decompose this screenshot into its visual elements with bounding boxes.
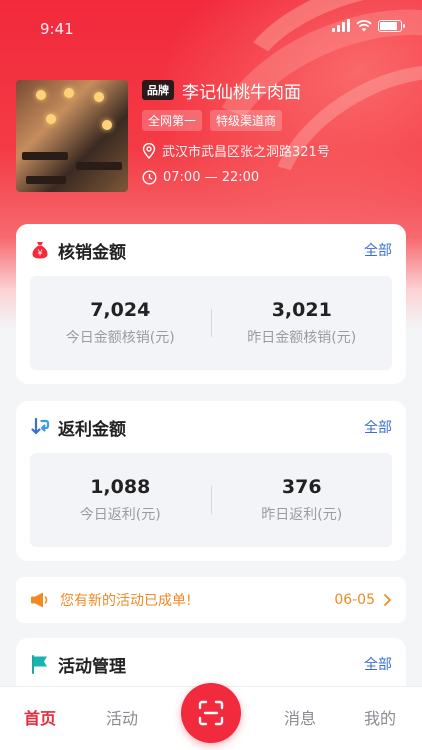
money-bag-icon: ¥ <box>32 242 48 259</box>
activity-title: 活动管理 <box>58 656 126 677</box>
tab-home[interactable]: 首页 <box>10 705 70 729</box>
stat-value: 7,024 <box>90 299 151 321</box>
scan-icon <box>198 700 224 726</box>
redeem-amount-card: ¥ 核销金额 全部 7,024 今日金额核销(元) 3,021 昨日金额核销(元… <box>16 224 406 384</box>
scan-button[interactable] <box>181 683 241 743</box>
stat-label: 昨日金额核销(元) <box>247 330 357 346</box>
svg-text:¥: ¥ <box>37 249 42 258</box>
tab-activity[interactable]: 活动 <box>92 705 152 729</box>
rebate-exchange-icon <box>31 417 50 435</box>
cellular-signal-icon <box>332 18 350 32</box>
shop-photo <box>16 80 128 192</box>
yesterday-redeem-stat: 3,021 昨日金额核销(元) <box>212 299 393 347</box>
rebate-stats: 1,088 今日返利(元) 376 昨日返利(元) <box>30 453 392 547</box>
yesterday-rebate-stat: 376 昨日返利(元) <box>212 476 393 524</box>
shop-tag: 特级渠道商 <box>210 110 283 131</box>
shop-address: 武汉市武昌区张之洞路321号 <box>162 145 330 160</box>
rebate-amount-card: 返利金额 全部 1,088 今日返利(元) 376 昨日返利(元) <box>16 401 406 561</box>
today-redeem-stat: 7,024 今日金额核销(元) <box>30 299 211 347</box>
status-time: 9:41 <box>40 20 74 38</box>
stat-value: 1,088 <box>90 476 151 498</box>
new-activity-notice[interactable]: 您有新的活动已成单! 06-05 <box>16 577 406 623</box>
redeem-title: 核销金额 <box>58 242 126 263</box>
status-bar: 9:41 <box>0 0 422 60</box>
stat-label: 昨日返利(元) <box>261 507 343 523</box>
notice-text: 您有新的活动已成单! <box>60 593 192 609</box>
chevron-right-icon <box>384 594 391 606</box>
shop-tag: 全网第一 <box>142 110 203 131</box>
stat-label: 今日金额核销(元) <box>65 330 175 346</box>
stat-value: 376 <box>281 476 322 498</box>
battery-icon <box>378 20 405 32</box>
brand-badge: 品牌 <box>142 80 174 100</box>
clock-icon <box>142 170 157 185</box>
location-pin-icon <box>142 142 156 159</box>
rebate-all-link[interactable]: 全部 <box>364 417 392 437</box>
megaphone-icon <box>31 592 48 608</box>
tab-mine[interactable]: 我的 <box>350 705 410 729</box>
shop-hours: 07:00 — 22:00 <box>163 170 260 185</box>
stat-value: 3,021 <box>271 299 332 321</box>
flag-icon <box>32 655 47 674</box>
shop-header: 品牌 李记仙桃牛肉面 全网第一 特级渠道商 武汉市武昌区张之洞路321号 07:… <box>16 80 406 192</box>
shop-name: 李记仙桃牛肉面 <box>182 82 301 103</box>
redeem-all-link[interactable]: 全部 <box>364 240 392 260</box>
notice-date: 06-05 <box>334 592 375 608</box>
bottom-tab-bar: 首页 活动 消息 我的 <box>0 683 422 750</box>
today-rebate-stat: 1,088 今日返利(元) <box>30 476 211 524</box>
wifi-icon <box>356 20 372 32</box>
redeem-stats: 7,024 今日金额核销(元) 3,021 昨日金额核销(元) <box>30 276 392 370</box>
activity-all-link[interactable]: 全部 <box>364 654 392 674</box>
rebate-title: 返利金额 <box>58 419 126 440</box>
stat-label: 今日返利(元) <box>79 507 161 523</box>
tab-messages[interactable]: 消息 <box>270 705 330 729</box>
